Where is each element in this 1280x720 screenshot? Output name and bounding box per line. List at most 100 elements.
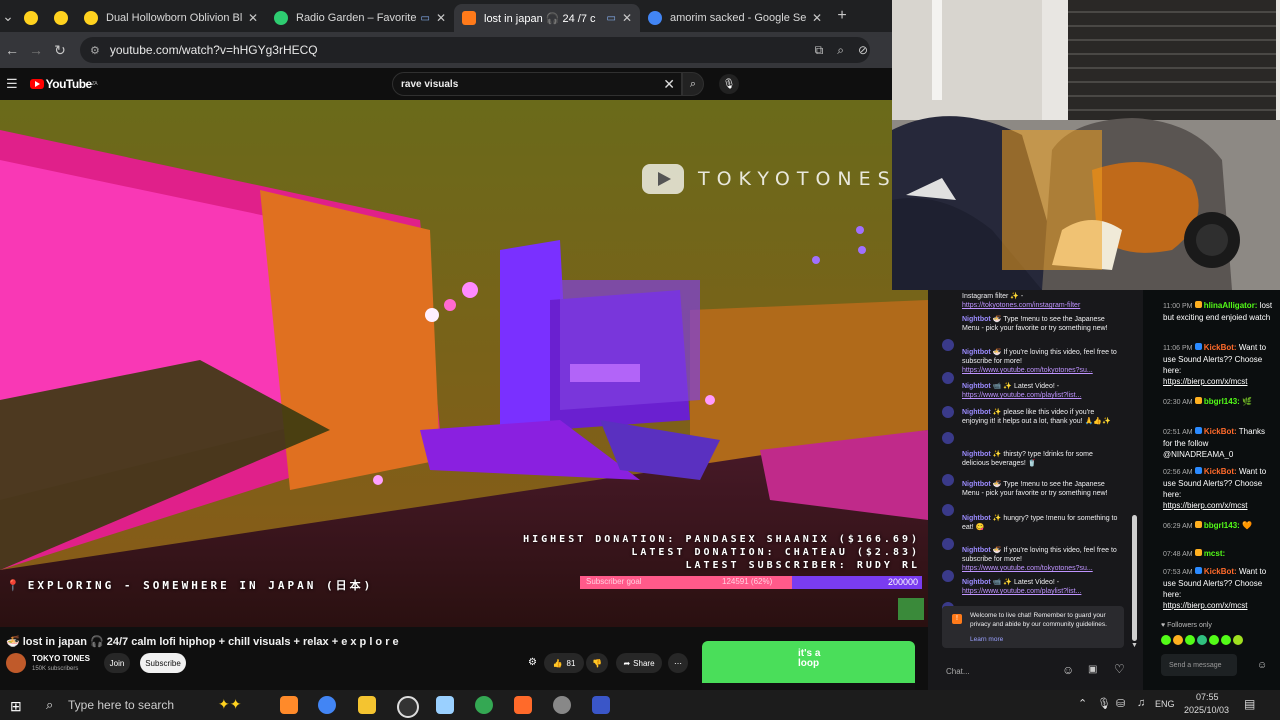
app-icon[interactable] [514,696,532,714]
back-arrow-icon[interactable]: ← [0,42,24,58]
tab-close-icon[interactable]: ✕ [622,11,632,25]
ad-banner[interactable]: it's a loop [702,641,915,690]
chat-message-link[interactable]: https://www.youtube.com/playlist?list... [962,392,1081,399]
dislike-button[interactable]: 👎 [586,653,608,673]
new-tab-plus-icon[interactable]: + [830,7,854,25]
windows-start-icon[interactable]: ⊞ [10,698,22,715]
chat-author-name[interactable]: Nightbot [962,547,991,554]
video-player[interactable]: TOKYOTONES HIGHEST DONATION: PANDASEX SH… [0,100,928,627]
chat-message-link[interactable]: https://www.youtube.com/tokyotones?su... [962,565,1093,572]
youtube-logo[interactable]: YouTube ZA [29,77,98,91]
clock-time[interactable]: 07:55 [1196,692,1219,702]
app-icon[interactable] [553,696,571,714]
network-icon[interactable]: ⛁ [1116,697,1125,710]
tab-close-icon[interactable]: ✕ [248,11,258,25]
save-playlist-icon[interactable]: ⚙ [528,657,537,668]
voice-search-button[interactable]: 🎙 [719,74,739,94]
share-button[interactable]: ➦ Share [616,653,662,673]
taskbar-app-icon[interactable] [280,696,298,714]
tracking-eye-icon[interactable]: ⊘ [858,43,868,57]
kick-username[interactable]: KickBot: [1204,567,1237,576]
kick-username[interactable]: bbgrl143: [1204,521,1240,530]
clear-search-icon[interactable]: ✕ [663,76,675,93]
app-icon[interactable] [592,696,610,714]
kick-username[interactable]: KickBot: [1204,467,1237,476]
chat-author-name[interactable]: Nightbot [962,316,991,323]
kick-message-link[interactable]: https://bierp.com/x/mcst [1163,377,1247,386]
subscribe-button[interactable]: Subscribe [140,653,186,673]
chat-message-link[interactable]: https://www.youtube.com/playlist?list... [962,588,1081,595]
chat-avatar[interactable] [942,372,954,384]
microphone-tray-icon[interactable]: 🎙 [1097,697,1111,710]
tab-list-chevron-icon[interactable]: ⌄ [0,8,16,25]
chat-author-name[interactable]: Nightbot [962,481,991,488]
more-actions-button[interactable]: ⋯ [668,653,688,673]
chat-scroll-down-icon[interactable]: ▼ [1131,642,1138,649]
reload-icon[interactable]: ↻ [48,42,72,59]
channel-name[interactable]: TOKYO TONES [32,654,90,663]
join-button[interactable]: Join [104,653,130,673]
tray-chevron-icon[interactable]: ⌃ [1078,697,1087,710]
kick-username[interactable]: KickBot: [1204,427,1237,436]
like-button[interactable]: 👍 81 [544,653,584,673]
kick-username[interactable]: mcst: [1204,549,1225,558]
kick-username[interactable]: KickBot: [1204,343,1237,352]
chrome-profile-icon[interactable] [475,696,493,714]
chat-author-name[interactable]: Nightbot [962,349,991,356]
kick-username[interactable]: bbgrl143: [1204,397,1240,406]
paint-icon[interactable] [436,696,454,714]
zoom-icon[interactable]: ⌕ [837,43,844,58]
kick-message-link[interactable]: https://bierp.com/x/mcst [1163,601,1247,610]
kick-emote-icon[interactable]: ☺ [1257,660,1267,671]
channel-avatar[interactable] [6,653,26,673]
chat-avatar[interactable] [942,570,954,582]
chat-avatar[interactable] [942,339,954,351]
chrome-icon[interactable] [318,696,336,714]
browser-tab[interactable] [46,4,76,32]
install-app-icon[interactable]: ⧉ [815,43,824,58]
address-bar[interactable]: ⚙ youtube.com/watch?v=hHGYg3rHECQ ⧉ ⌕ ⊘ [80,37,870,63]
chat-avatar[interactable] [942,538,954,550]
heart-icon[interactable]: ♡ [1114,662,1125,676]
kick-username[interactable]: hlinaAlligator: [1204,301,1258,310]
chat-author-name[interactable]: Nightbot [962,579,991,586]
chat-author-name[interactable]: Nightbot [962,383,991,390]
clock-date[interactable]: 2025/10/03 [1184,705,1229,715]
chat-message-link[interactable]: https://www.youtube.com/tokyotones?su... [962,367,1093,374]
chat-avatar[interactable] [942,432,954,444]
emoji-icon[interactable]: ☺ [1062,663,1074,677]
taskbar-search-input[interactable]: Type here to search [68,698,174,712]
volume-icon[interactable]: ♫ [1137,697,1145,709]
browser-tab[interactable]: amorim sacked - Google Searc ✕ [640,4,830,32]
language-indicator[interactable]: ENG [1155,699,1175,709]
learn-more-link[interactable]: Learn more [970,636,1003,643]
browser-tab[interactable]: Radio Garden – Favorites ▭ ✕ [266,4,454,32]
browser-tab[interactable] [16,4,46,32]
file-explorer-icon[interactable] [358,696,376,714]
kick-message-input[interactable]: Send a message [1161,654,1237,676]
browser-tab-active[interactable]: lost in japan 🎧 24 /7 c ▭ ✕ [454,4,640,32]
chat-input[interactable]: Chat... [936,662,1060,680]
menu-hamburger-icon[interactable]: ☰ [6,76,18,92]
notifications-icon[interactable]: ▤ [1244,697,1255,711]
youtube-header: ☰ YouTube ZA rave visuals ✕ ⌕ 🎙 [0,68,892,100]
site-info-icon[interactable]: ⚙ [90,44,100,57]
tab-close-icon[interactable]: ✕ [812,11,822,25]
obs-icon[interactable] [397,696,419,718]
chat-message-link[interactable]: https://tokyotones.com/instagram-filter [962,302,1080,309]
kick-message-link[interactable]: https://bierp.com/x/mcst [1163,501,1247,510]
taskbar-search-icon[interactable]: ⌕ [46,697,53,713]
forward-arrow-icon[interactable]: → [24,42,48,58]
chat-author-name[interactable]: Nightbot [962,409,991,416]
search-button[interactable]: ⌕ [682,72,704,96]
chat-avatar[interactable] [942,406,954,418]
chat-author-name[interactable]: Nightbot [962,451,991,458]
chat-author-name[interactable]: Nightbot [962,515,991,522]
chat-avatar[interactable] [942,474,954,486]
super-chat-icon[interactable]: ▣ [1088,664,1097,675]
chat-avatar[interactable] [942,504,954,516]
tab-close-icon[interactable]: ✕ [436,11,446,25]
chat-scrollbar[interactable] [1132,515,1137,641]
browser-tab[interactable]: Dual Hollowborn Oblivion Blad ✕ [76,4,266,32]
search-input[interactable]: rave visuals ✕ [392,72,682,96]
